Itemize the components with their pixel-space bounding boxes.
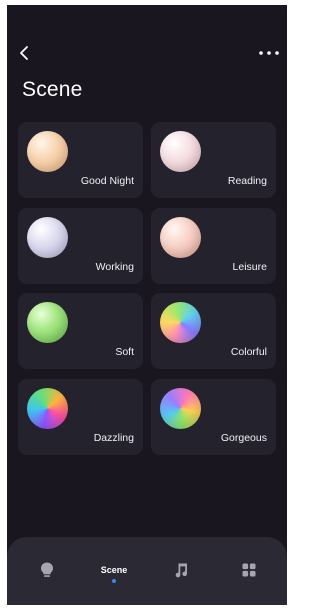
scene-orb-icon [160, 387, 201, 429]
scene-label: Good Night [80, 175, 134, 187]
bottom-navigation: Scene [7, 537, 287, 605]
scene-label: Colorful [230, 346, 267, 358]
nav-item-scene[interactable]: Scene [84, 555, 144, 591]
bulb-icon [41, 562, 53, 577]
scene-label: Reading [227, 175, 267, 187]
scene-card-soft[interactable]: Soft [18, 293, 143, 369]
scene-label: Working [95, 260, 134, 273]
grid-icon [242, 563, 256, 577]
top-bar [7, 41, 287, 67]
scene-card-colorful[interactable]: Colorful [151, 293, 276, 369]
scene-card-dazzling[interactable]: Dazzling [18, 378, 143, 455]
more-options-icon[interactable] [257, 44, 281, 62]
phone-screen: Scene Good Night Reading Working Leisure Sof… [7, 5, 287, 605]
scene-orb-icon [27, 302, 68, 343]
scene-label: Gorgeous [220, 431, 267, 444]
nav-item-lights[interactable] [17, 555, 77, 591]
scene-card-working[interactable]: Working [18, 207, 143, 284]
scene-label: Leisure [232, 260, 267, 273]
scene-orb-icon [27, 216, 68, 258]
scene-card-gorgeous[interactable]: Gorgeous [151, 378, 276, 455]
scene-orb-icon [160, 302, 201, 343]
scene-orb-icon [160, 131, 201, 172]
nav-label-scene: Scene [100, 565, 128, 575]
active-indicator-dot [112, 579, 116, 583]
scene-label: Dazzling [93, 431, 134, 444]
scene-card-reading[interactable]: Reading [151, 122, 276, 198]
scene-orb-icon [27, 131, 68, 172]
back-chevron-icon[interactable] [16, 44, 34, 62]
page-title: Scene [22, 78, 83, 101]
scene-card-good-night[interactable]: Good Night [18, 122, 143, 198]
scene-card-leisure[interactable]: Leisure [151, 207, 276, 284]
scene-label: Soft [115, 346, 134, 358]
music-icon [175, 563, 188, 578]
nav-item-apps[interactable] [219, 555, 279, 591]
scene-orb-icon [160, 216, 201, 258]
scene-orb-icon [27, 387, 68, 429]
nav-item-music[interactable] [152, 555, 212, 591]
